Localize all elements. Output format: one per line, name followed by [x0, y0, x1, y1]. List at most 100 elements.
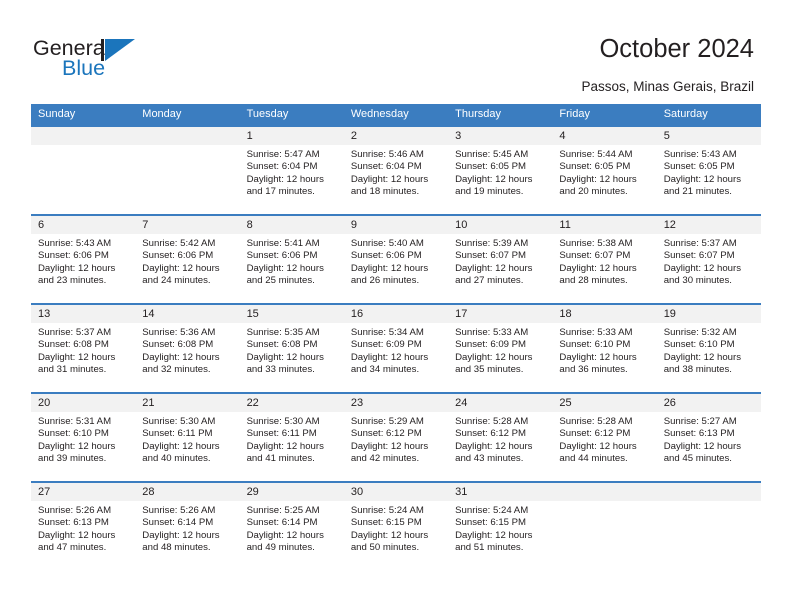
- day-cell[interactable]: 2 Sunrise: 5:46 AM Sunset: 6:04 PM Daylight…: [343, 125, 449, 215]
- sunset-text: Sunset: 6:12 PM: [350, 428, 422, 440]
- day-cell[interactable]: [31, 125, 136, 215]
- day-cell-inner: 28 Sunrise: 5:26 AM Sunset: 6:14 PM Dayligh…: [135, 483, 240, 570]
- day-info: Sunrise: 5:30 AM Sunset: 6:11 PM Daylight:…: [135, 412, 239, 466]
- logo-triangle: [105, 39, 135, 61]
- day-cell[interactable]: [656, 481, 761, 571]
- day-cell[interactable]: 28 Sunrise: 5:26 AM Sunset: 6:14 PM Dayligh…: [135, 481, 240, 571]
- day-cell[interactable]: 14 Sunrise: 5:36 AM Sunset: 6:08 PM Dayligh…: [135, 303, 240, 393]
- weekday-header-tuesday: Tuesday: [239, 104, 344, 126]
- day-cell[interactable]: 13 Sunrise: 5:37 AM Sunset: 6:08 PM Dayligh…: [31, 303, 136, 393]
- daylight-text-line1: Daylight: 12 hours: [663, 262, 742, 274]
- sunrise-text: Sunrise: 5:43 AM: [663, 149, 737, 160]
- day-cell[interactable]: 9 Sunrise: 5:40 AM Sunset: 6:06 PM Daylight…: [343, 214, 449, 304]
- daylight-text-line2: and 36 minutes.: [559, 364, 628, 376]
- sunset-text: Sunset: 6:12 PM: [455, 428, 527, 440]
- day-cell-inner: 20 Sunrise: 5:31 AM Sunset: 6:10 PM Dayligh…: [31, 394, 136, 481]
- sunrise-text: Sunrise: 5:28 AM: [455, 416, 529, 427]
- day-info: Sunrise: 5:30 AM Sunset: 6:11 PM Daylight:…: [240, 412, 344, 466]
- sunrise-text: Sunrise: 5:26 AM: [38, 505, 112, 516]
- day-number: [31, 127, 136, 145]
- sunset-text: Sunset: 6:07 PM: [455, 250, 527, 262]
- day-info: Sunrise: 5:33 AM Sunset: 6:09 PM Daylight:…: [448, 323, 552, 377]
- sunrise-text: Sunrise: 5:47 AM: [246, 149, 320, 160]
- day-info: Sunrise: 5:43 AM Sunset: 6:06 PM Daylight:…: [31, 234, 135, 288]
- week-row: 1 Sunrise: 5:47 AM Sunset: 6:04 PM Daylight…: [31, 125, 761, 215]
- daylight-text-line1: Daylight: 12 hours: [350, 351, 429, 363]
- sunset-text: Sunset: 6:15 PM: [350, 517, 422, 529]
- day-cell[interactable]: 7 Sunrise: 5:42 AM Sunset: 6:06 PM Daylight…: [135, 214, 240, 304]
- day-cell[interactable]: 3 Sunrise: 5:45 AM Sunset: 6:05 PM Daylight…: [448, 125, 553, 215]
- day-info: Sunrise: 5:25 AM Sunset: 6:14 PM Daylight:…: [240, 501, 344, 555]
- day-cell[interactable]: 17 Sunrise: 5:33 AM Sunset: 6:09 PM Dayligh…: [448, 303, 553, 393]
- day-number: 12: [656, 216, 761, 234]
- day-cell[interactable]: 16 Sunrise: 5:34 AM Sunset: 6:09 PM Dayligh…: [343, 303, 449, 393]
- day-cell[interactable]: 11 Sunrise: 5:38 AM Sunset: 6:07 PM Dayligh…: [552, 214, 657, 304]
- day-cell[interactable]: 26 Sunrise: 5:27 AM Sunset: 6:13 PM Dayligh…: [656, 392, 761, 482]
- day-cell[interactable]: 30 Sunrise: 5:24 AM Sunset: 6:15 PM Dayligh…: [343, 481, 449, 571]
- day-cell[interactable]: [552, 481, 657, 571]
- day-cell[interactable]: 24 Sunrise: 5:28 AM Sunset: 6:12 PM Dayligh…: [448, 392, 553, 482]
- day-cell-inner: [135, 127, 240, 214]
- day-cell[interactable]: 29 Sunrise: 5:25 AM Sunset: 6:14 PM Dayligh…: [239, 481, 344, 571]
- day-cell[interactable]: 21 Sunrise: 5:30 AM Sunset: 6:11 PM Dayligh…: [135, 392, 240, 482]
- day-info: Sunrise: 5:35 AM Sunset: 6:08 PM Daylight:…: [240, 323, 344, 377]
- sunset-text: Sunset: 6:14 PM: [142, 517, 214, 529]
- day-info: Sunrise: 5:44 AM Sunset: 6:05 PM Daylight:…: [552, 145, 656, 199]
- day-cell-inner: 18 Sunrise: 5:33 AM Sunset: 6:10 PM Dayligh…: [552, 305, 657, 392]
- daylight-text-line2: and 40 minutes.: [142, 453, 211, 465]
- day-cell-inner: 31 Sunrise: 5:24 AM Sunset: 6:15 PM Dayligh…: [448, 483, 553, 570]
- location-subtitle: Passos, Minas Gerais, Brazil: [581, 79, 754, 94]
- sunrise-text: Sunrise: 5:33 AM: [559, 327, 633, 338]
- day-cell[interactable]: 23 Sunrise: 5:29 AM Sunset: 6:12 PM Dayligh…: [343, 392, 449, 482]
- day-cell-inner: [31, 127, 136, 214]
- daylight-text-line1: Daylight: 12 hours: [559, 351, 637, 363]
- day-info: Sunrise: 5:39 AM Sunset: 6:07 PM Daylight:…: [448, 234, 552, 288]
- day-cell[interactable]: 25 Sunrise: 5:28 AM Sunset: 6:12 PM Dayligh…: [552, 392, 657, 482]
- day-cell-inner: 22 Sunrise: 5:30 AM Sunset: 6:11 PM Dayligh…: [239, 394, 344, 481]
- day-cell[interactable]: 27 Sunrise: 5:26 AM Sunset: 6:13 PM Dayligh…: [31, 481, 136, 571]
- daylight-text-line2: and 32 minutes.: [142, 364, 211, 376]
- daylight-text-line1: Daylight: 12 hours: [559, 440, 637, 452]
- day-cell-inner: 1 Sunrise: 5:47 AM Sunset: 6:04 PM Daylight…: [239, 127, 344, 214]
- daylight-text-line2: and 31 minutes.: [38, 364, 107, 376]
- daylight-text-line2: and 25 minutes.: [246, 275, 315, 287]
- week-row: 20 Sunrise: 5:31 AM Sunset: 6:10 PM Dayligh…: [31, 392, 761, 482]
- weekday-header-sunday: Sunday: [31, 104, 136, 126]
- sunset-text: Sunset: 6:07 PM: [663, 250, 735, 262]
- daylight-text-line1: Daylight: 12 hours: [559, 262, 637, 274]
- day-number: 25: [552, 394, 657, 412]
- day-cell[interactable]: 20 Sunrise: 5:31 AM Sunset: 6:10 PM Dayligh…: [31, 392, 136, 482]
- sunrise-text: Sunrise: 5:44 AM: [559, 149, 633, 160]
- day-cell[interactable]: 1 Sunrise: 5:47 AM Sunset: 6:04 PM Daylight…: [239, 125, 344, 215]
- day-cell[interactable]: [135, 125, 240, 215]
- day-cell[interactable]: 4 Sunrise: 5:44 AM Sunset: 6:05 PM Daylight…: [552, 125, 657, 215]
- sunset-text: Sunset: 6:12 PM: [559, 428, 631, 440]
- sunrise-text: Sunrise: 5:24 AM: [350, 505, 424, 516]
- sunset-text: Sunset: 6:04 PM: [246, 161, 318, 173]
- sunset-text: Sunset: 6:08 PM: [38, 339, 109, 351]
- day-number: 7: [135, 216, 240, 234]
- day-cell[interactable]: 6 Sunrise: 5:43 AM Sunset: 6:06 PM Daylight…: [31, 214, 136, 304]
- daylight-text-line2: and 50 minutes.: [350, 542, 420, 554]
- sunrise-text: Sunrise: 5:28 AM: [559, 416, 633, 427]
- general-blue-logo[interactable]: General Blue: [33, 36, 153, 84]
- sunset-text: Sunset: 6:11 PM: [142, 428, 213, 440]
- day-number: 6: [31, 216, 136, 234]
- daylight-text-line2: and 48 minutes.: [142, 542, 211, 554]
- day-number: 18: [552, 305, 657, 323]
- daylight-text-line2: and 39 minutes.: [38, 453, 107, 465]
- sunrise-text: Sunrise: 5:42 AM: [142, 238, 216, 249]
- day-cell[interactable]: 22 Sunrise: 5:30 AM Sunset: 6:11 PM Dayligh…: [239, 392, 344, 482]
- daylight-text-line2: and 17 minutes.: [246, 186, 315, 198]
- day-cell[interactable]: 18 Sunrise: 5:33 AM Sunset: 6:10 PM Dayligh…: [552, 303, 657, 393]
- day-cell[interactable]: 5 Sunrise: 5:43 AM Sunset: 6:05 PM Daylight…: [656, 125, 761, 215]
- day-cell[interactable]: 15 Sunrise: 5:35 AM Sunset: 6:08 PM Dayligh…: [239, 303, 344, 393]
- day-cell[interactable]: 31 Sunrise: 5:24 AM Sunset: 6:15 PM Dayligh…: [448, 481, 553, 571]
- day-cell[interactable]: 8 Sunrise: 5:41 AM Sunset: 6:06 PM Daylight…: [239, 214, 344, 304]
- day-cell[interactable]: 12 Sunrise: 5:37 AM Sunset: 6:07 PM Dayligh…: [656, 214, 761, 304]
- day-cell[interactable]: 19 Sunrise: 5:32 AM Sunset: 6:10 PM Dayligh…: [656, 303, 761, 393]
- day-number: 26: [656, 394, 761, 412]
- day-cell[interactable]: 10 Sunrise: 5:39 AM Sunset: 6:07 PM Dayligh…: [448, 214, 553, 304]
- daylight-text-line1: Daylight: 12 hours: [663, 440, 742, 452]
- day-cell-inner: 26 Sunrise: 5:27 AM Sunset: 6:13 PM Dayligh…: [656, 394, 761, 481]
